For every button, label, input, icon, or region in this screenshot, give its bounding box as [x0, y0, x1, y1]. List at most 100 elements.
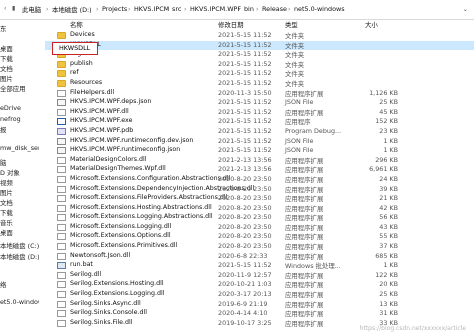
column-name[interactable]: 名称 — [70, 20, 83, 29]
file-row[interactable]: Serilog.Sinks.Async.dll 2019-6-9 21:19 应用程… — [45, 300, 474, 310]
nav-item[interactable]: 图片 — [0, 188, 13, 197]
file-size: 122 KB — [375, 270, 398, 279]
file-size: 6,961 KB — [369, 165, 398, 174]
nav-item[interactable]: 脑 — [0, 158, 6, 167]
nav-item[interactable]: D 对象 — [0, 168, 20, 177]
file-icon — [57, 214, 66, 222]
file-date: 2021-5-15 11:52 — [218, 78, 272, 87]
file-row[interactable]: HKVS.IPCM.WPF.runtimeconfig.dev.json 2021… — [45, 137, 474, 147]
nav-item[interactable]: mw_disk_server — [0, 144, 39, 152]
nav-item[interactable]: 东 — [0, 24, 6, 33]
file-row[interactable]: Microsoft.Extensions.Options.dll 2020-8-2… — [45, 232, 474, 242]
file-icon — [57, 291, 66, 299]
file-size: 37 KB — [379, 242, 398, 251]
nav-item[interactable]: nefrog — [0, 115, 21, 123]
rename-input[interactable]: HKWSDLL — [52, 41, 98, 55]
file-date: 2020-4-14 4:10 — [218, 309, 268, 318]
file-type: 应用程序扩展 — [285, 89, 324, 98]
breadcrumb[interactable]: HKVS.IPCM — [134, 5, 169, 13]
nav-item[interactable]: 络 — [0, 280, 6, 289]
file-row[interactable]: MaterialDesignThemes.Wpf.dll 2021-2-13 13… — [45, 165, 474, 175]
file-size: 296 KB — [375, 155, 398, 164]
file-row[interactable]: Microsoft.Extensions.Logging.Abstraction… — [45, 213, 474, 223]
file-row[interactable]: HKVS.IPCM.WPF.runtimeconfig.json 2021-5-1… — [45, 146, 474, 156]
file-row[interactable]: MaterialDesignColors.dll 2021-2-13 13:56 应… — [45, 156, 474, 166]
column-date[interactable]: 修改日期 — [218, 20, 244, 29]
file-row[interactable]: Microsoft.Extensions.Primitives.dll 2020-… — [45, 242, 474, 252]
file-date: 2020-8-20 23:50 — [218, 203, 272, 212]
file-date: 2021-5-15 11:52 — [218, 98, 272, 107]
chevron-left-icon[interactable]: ‹ — [4, 5, 6, 12]
column-type[interactable]: 类型 — [285, 20, 298, 29]
breadcrumb[interactable]: Projects — [102, 5, 127, 13]
breadcrumb[interactable]: Release — [262, 5, 287, 13]
file-icon — [57, 300, 66, 308]
folder-row[interactable]: ref 2021-5-15 11:52 文件夹 — [45, 69, 474, 79]
nav-item[interactable]: 文档 — [0, 64, 13, 73]
file-size: 20 KB — [379, 280, 398, 289]
breadcrumb[interactable]: 本地磁盘 (D:) — [52, 5, 92, 14]
file-name: Microsoft.Extensions.Logging.dll — [70, 222, 172, 230]
file-row[interactable]: Microsoft.Extensions.Configuration.Abstr… — [45, 175, 474, 185]
file-type: 应用程序扩展 — [285, 195, 324, 204]
column-size[interactable]: 大小 — [365, 20, 378, 29]
breadcrumb[interactable]: net5.0-windows — [294, 5, 345, 13]
address-bar[interactable]: ‹ ▮ 此电脑 › 本地磁盘 (D:) › Projects › HKVS.IP… — [0, 0, 474, 20]
nav-item[interactable]: 音乐 — [0, 218, 13, 227]
file-row[interactable]: Microsoft.Extensions.Logging.dll 2020-8-2… — [45, 223, 474, 233]
nav-item[interactable]: 本地磁盘 (C:) — [0, 241, 39, 250]
file-row[interactable]: HKVS.IPCM.WPF.exe 2021-5-15 11:52 应用程序 152 … — [45, 117, 474, 127]
file-row[interactable]: HKVS.IPCM.WPF.pdb 2021-5-15 11:52 Program … — [45, 127, 474, 137]
nav-item[interactable]: 报 — [0, 125, 6, 134]
file-type: 应用程序扩展 — [285, 252, 324, 261]
folder-row[interactable]: Logs2021-5-15 11:52文件夹 — [45, 50, 474, 60]
breadcrumb[interactable]: HKVS.IPCM.WPF — [190, 5, 241, 13]
file-date: 2021-5-15 11:52 — [218, 31, 272, 39]
file-row[interactable]: HKVS.IPCM.WPF.deps.json 2021-5-15 11:52 JS… — [45, 98, 474, 108]
folder-row[interactable]: HKWSDLL 2021-5-15 11:52 文件夹 — [45, 40, 474, 51]
file-row[interactable]: Serilog.dll 2020-11-9 12:57 应用程序扩展 122 KB — [45, 271, 474, 281]
file-icon — [57, 156, 66, 164]
file-size: 1,126 KB — [369, 88, 398, 97]
file-row[interactable]: Serilog.Extensions.Logging.dll 2020-3-17 … — [45, 290, 474, 300]
file-icon — [57, 185, 66, 193]
file-row[interactable]: Microsoft.Extensions.DependencyInjection… — [45, 185, 474, 195]
nav-item[interactable]: 下载 — [0, 54, 13, 63]
nav-item[interactable]: 全部应用 — [0, 84, 26, 93]
folder-row[interactable]: publish 2021-5-15 11:52 文件夹 — [45, 60, 474, 70]
file-row[interactable]: FileHelpers.dll 2020-11-3 15:50 应用程序扩展 1,12… — [45, 89, 474, 99]
breadcrumb[interactable]: 此电脑 — [22, 5, 41, 14]
folder-icon — [57, 32, 66, 39]
rename-input-value[interactable]: HKWSDLL — [59, 44, 90, 52]
breadcrumb[interactable]: bin — [244, 5, 254, 13]
file-row[interactable]: run.bat 2021-5-15 11:52 Windows 批处理... 1 KB — [45, 261, 474, 271]
nav-item[interactable]: 图片 — [0, 74, 13, 83]
nav-item[interactable]: 桌面 — [0, 228, 13, 237]
file-size: 31 KB — [379, 309, 398, 318]
nav-item[interactable]: eDrive — [0, 104, 21, 112]
nav-item[interactable]: 文档 — [0, 198, 13, 207]
file-size: 45 KB — [379, 107, 398, 116]
file-row[interactable]: Microsoft.Extensions.Hosting.Abstraction… — [45, 204, 474, 214]
file-row[interactable]: Microsoft.Extensions.FileProviders.Abstr… — [45, 194, 474, 204]
nav-item[interactable]: et5.0-windows — [0, 298, 39, 306]
folder-row[interactable]: Devices 2021-5-15 11:52 文件夹 — [45, 31, 474, 41]
file-type: 文件夹 — [285, 60, 305, 69]
file-date: 2020-11-3 15:50 — [218, 88, 272, 97]
file-row[interactable]: Newtonsoft.Json.dll 2020-6-8 22:33 应用程序扩展 6… — [45, 252, 474, 262]
chevron-right-icon: › — [46, 5, 49, 13]
file-row[interactable]: Serilog.Extensions.Hosting.dll 2020-10-21… — [45, 280, 474, 290]
file-row[interactable]: HKVS.IPCM.WPF.dll 2021-5-15 11:52 应用程序扩展 45… — [45, 108, 474, 118]
file-date: 2020-8-20 23:50 — [218, 184, 272, 193]
nav-item[interactable]: 视频 — [0, 178, 13, 187]
file-date: 2020-8-20 23:50 — [218, 242, 272, 251]
chevron-right-icon: › — [128, 5, 131, 13]
file-icon — [57, 281, 66, 289]
nav-item[interactable]: 下载 — [0, 208, 13, 217]
file-size: 42 KB — [379, 203, 398, 212]
chevron-down-icon[interactable]: ⌄ — [463, 5, 468, 13]
nav-item[interactable]: 桌面 — [0, 44, 13, 53]
breadcrumb[interactable]: src — [172, 5, 181, 13]
nav-item-selected[interactable]: 本地磁盘 (D:) — [0, 252, 39, 261]
folder-row[interactable]: Resources 2021-5-15 11:52 文件夹 — [45, 79, 474, 89]
